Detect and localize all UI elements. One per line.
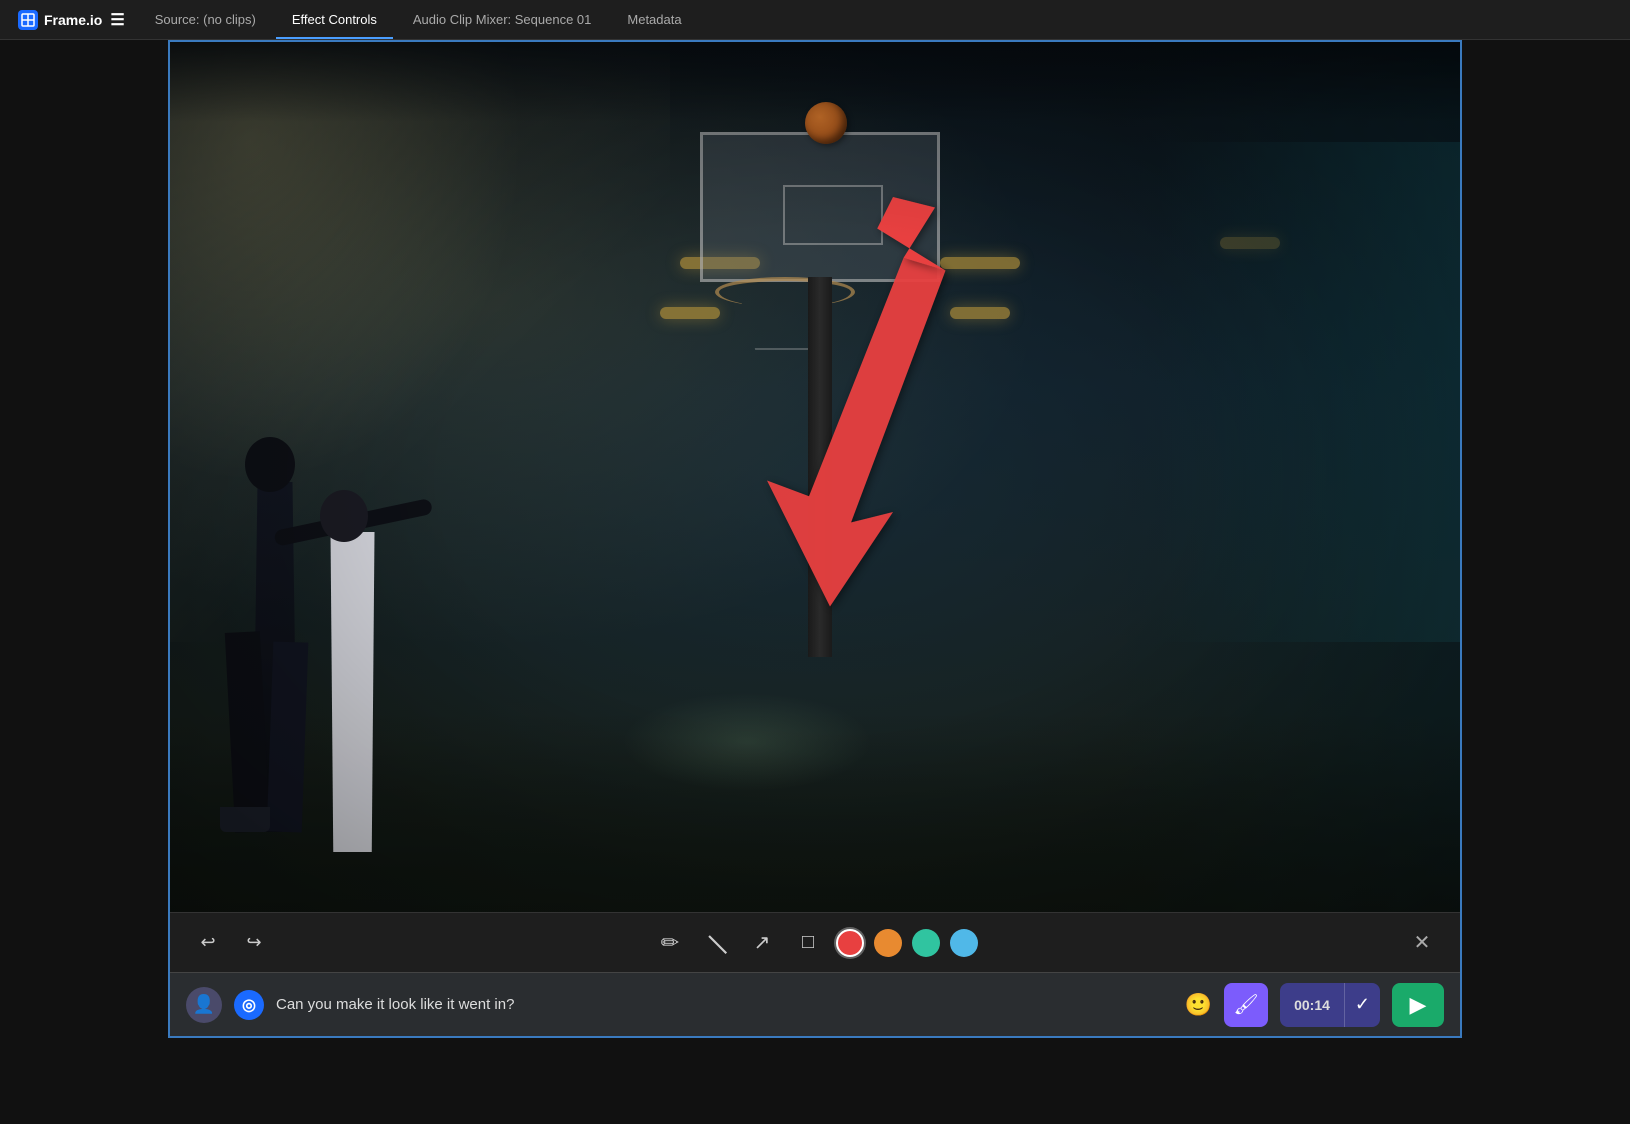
tab-source[interactable]: Source: (no clips) bbox=[139, 0, 272, 39]
brand-logo[interactable]: Frame.io ☰ bbox=[8, 10, 135, 30]
timecode-check-button[interactable]: ✓ bbox=[1344, 983, 1380, 1027]
timecode-group: 00:14 ✓ bbox=[1280, 983, 1380, 1027]
close-button[interactable]: ✕ bbox=[1404, 925, 1440, 961]
video-frame bbox=[170, 42, 1460, 912]
frameio-link-icon[interactable]: ◎ bbox=[234, 990, 264, 1020]
drawing-toolbar: ↩ ↪ ✏ | ↗ □ ✕ bbox=[170, 912, 1460, 972]
tab-effect-controls[interactable]: Effect Controls bbox=[276, 0, 393, 39]
send-button[interactable]: ▶ bbox=[1392, 983, 1444, 1027]
tab-bar: Frame.io ☰ Source: (no clips) Effect Con… bbox=[0, 0, 1630, 40]
frame-icon-symbol: ◎ bbox=[242, 995, 256, 1015]
emoji-button[interactable]: 🙂 bbox=[1185, 992, 1212, 1018]
frameio-icon bbox=[18, 10, 38, 30]
color-blue[interactable] bbox=[950, 929, 978, 957]
main-content: ↩ ↪ ✏ | ↗ □ ✕ 👤 bbox=[0, 40, 1630, 1124]
undo-redo-group: ↩ ↪ bbox=[190, 925, 272, 961]
tab-metadata[interactable]: Metadata bbox=[611, 0, 697, 39]
color-teal[interactable] bbox=[912, 929, 940, 957]
pencil-tool[interactable]: ✏ bbox=[652, 925, 688, 961]
brush-button[interactable]: 🖌 bbox=[1224, 983, 1268, 1027]
comment-bar: 👤 ◎ Can you make it look like it went in… bbox=[170, 972, 1460, 1036]
brand-name: Frame.io bbox=[44, 12, 102, 28]
brush-icon: 🖌 bbox=[1233, 992, 1258, 1017]
send-icon: ▶ bbox=[1410, 992, 1427, 1018]
arrow-tool[interactable]: ↗ bbox=[744, 925, 780, 961]
video-player[interactable] bbox=[170, 42, 1460, 912]
line-tool[interactable]: | bbox=[691, 917, 742, 968]
comment-text: Can you make it look like it went in? bbox=[276, 996, 1173, 1013]
user-avatar: 👤 bbox=[186, 987, 222, 1023]
color-red[interactable] bbox=[836, 929, 864, 957]
color-orange[interactable] bbox=[874, 929, 902, 957]
rect-tool[interactable]: □ bbox=[790, 925, 826, 961]
redo-button[interactable]: ↪ bbox=[236, 925, 272, 961]
timecode-display: 00:14 bbox=[1280, 997, 1344, 1013]
panel-wrapper: ↩ ↪ ✏ | ↗ □ ✕ 👤 bbox=[168, 40, 1462, 1038]
menu-icon[interactable]: ☰ bbox=[110, 10, 124, 30]
undo-button[interactable]: ↩ bbox=[190, 925, 226, 961]
tab-audio-clip-mixer[interactable]: Audio Clip Mixer: Sequence 01 bbox=[397, 0, 608, 39]
teal-wall-tint bbox=[1160, 142, 1460, 642]
